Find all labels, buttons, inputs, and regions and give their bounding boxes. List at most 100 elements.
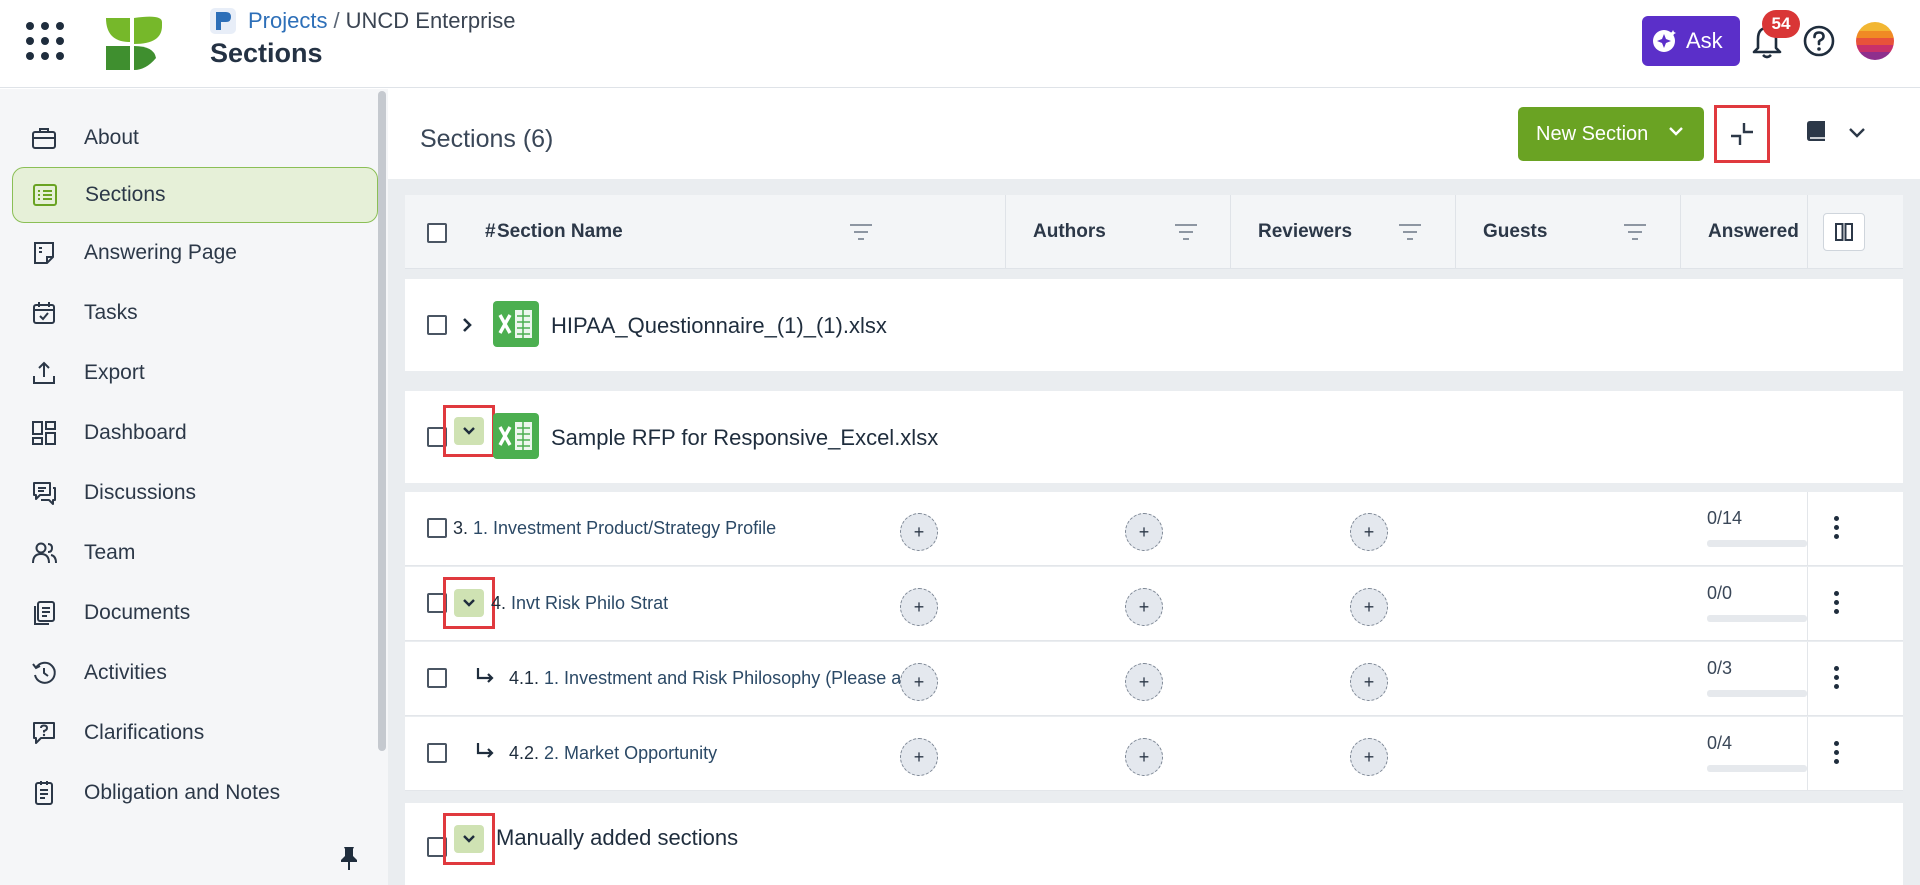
select-all-checkbox[interactable] [427, 223, 447, 243]
section-link[interactable]: 1. Investment and Risk Philosophy (Pleas… [544, 668, 921, 688]
add-reviewer-button[interactable]: + [1125, 663, 1163, 701]
sidebar-item-label: Activities [84, 661, 167, 684]
section-link[interactable]: 1. Investment Product/Strategy Profile [473, 518, 776, 538]
user-avatar[interactable] [1856, 22, 1894, 60]
section-number: 4.1. [509, 668, 540, 688]
section-group-hipaa[interactable]: HIPAA_Questionnaire_(1)_(1).xlsx [405, 279, 1903, 371]
documents-icon [30, 599, 58, 627]
row-more-menu-icon[interactable] [1831, 741, 1841, 767]
group-name[interactable]: Manually added sections [496, 825, 738, 851]
column-reviewers[interactable]: Reviewers [1258, 195, 1352, 269]
section-title[interactable]: 3. 1. Investment Product/Strategy Profil… [453, 518, 776, 539]
sections-table: # Section Name Authors Reviewers Guests … [405, 195, 1903, 885]
sidebar-scrollbar[interactable] [378, 91, 386, 751]
sidebar-item-export[interactable]: Export [12, 345, 378, 401]
page-icon [30, 239, 58, 267]
book-icon[interactable] [1804, 119, 1828, 145]
column-section-name[interactable]: Section Name [497, 195, 623, 269]
row-more-menu-icon[interactable] [1831, 516, 1841, 542]
group-name[interactable]: Sample RFP for Responsive_Excel.xlsx [551, 425, 938, 451]
filter-icon[interactable] [1398, 223, 1422, 241]
new-section-button[interactable]: New Section [1518, 107, 1704, 161]
help-icon[interactable] [1802, 24, 1836, 58]
sidebar-item-answering-page[interactable]: Answering Page [12, 225, 378, 281]
excel-file-icon [493, 413, 539, 459]
sidebar-item-clarifications[interactable]: Clarifications [12, 705, 378, 761]
answered-progress-bar [1707, 540, 1807, 547]
sidebar-item-tasks[interactable]: Tasks [12, 285, 378, 341]
column-guests[interactable]: Guests [1483, 195, 1547, 269]
ai-sparkle-icon [1653, 30, 1676, 52]
add-guest-button[interactable]: + [1350, 588, 1388, 626]
filter-icon[interactable] [1623, 223, 1647, 241]
filter-icon[interactable] [849, 223, 873, 241]
dashboard-icon [30, 419, 58, 447]
column-settings-button[interactable] [1823, 213, 1865, 251]
sidebar-item-label: Export [84, 361, 145, 384]
add-reviewer-button[interactable]: + [1125, 738, 1163, 776]
sidebar-item-activities[interactable]: Activities [12, 645, 378, 701]
answered-count: 0/0 [1707, 583, 1733, 603]
table-row[interactable]: 4.2. 2. Market Opportunity + + + 0/4 [405, 717, 1903, 791]
sidebar-item-label: Answering Page [84, 241, 237, 264]
breadcrumb: Projects / UNCD Enterprise [210, 8, 516, 34]
add-author-button[interactable]: + [900, 663, 938, 701]
sidebar-item-label: Sections [85, 183, 166, 206]
answered-progress-bar [1707, 765, 1807, 772]
table-row[interactable]: 3. 1. Investment Product/Strategy Profil… [405, 492, 1903, 566]
ask-button[interactable]: Ask [1642, 16, 1740, 66]
group-name[interactable]: HIPAA_Questionnaire_(1)_(1).xlsx [551, 313, 887, 339]
sidebar-item-discussions[interactable]: Discussions [12, 465, 378, 521]
add-author-button[interactable]: + [900, 513, 938, 551]
collapse-icon [1731, 123, 1753, 145]
sidebar-item-dashboard[interactable]: Dashboard [12, 405, 378, 461]
add-guest-button[interactable]: + [1350, 513, 1388, 551]
section-title[interactable]: 4.2. 2. Market Opportunity [509, 743, 717, 764]
table-row[interactable]: 4.1. 1. Investment and Risk Philosophy (… [405, 642, 1903, 716]
add-reviewer-button[interactable]: + [1125, 513, 1163, 551]
chevron-down-icon [463, 835, 475, 843]
sidebar-item-team[interactable]: Team [12, 525, 378, 581]
section-title[interactable]: 4. Invt Risk Philo Strat [491, 593, 668, 614]
sidebar-item-sections[interactable]: Sections [12, 167, 378, 223]
chevron-right-icon[interactable] [457, 315, 477, 335]
upload-icon [30, 359, 58, 387]
row-more-menu-icon[interactable] [1831, 666, 1841, 692]
section-group-sample-rfp[interactable]: Sample RFP for Responsive_Excel.xlsx [405, 391, 1903, 483]
collapse-group-toggle[interactable] [454, 825, 484, 853]
row-checkbox[interactable] [427, 315, 447, 335]
app-launcher-icon[interactable] [24, 20, 66, 62]
add-guest-button[interactable]: + [1350, 738, 1388, 776]
table-row[interactable]: 4. Invt Risk Philo Strat + + + 0/0 [405, 567, 1903, 641]
breadcrumb-current[interactable]: UNCD Enterprise [346, 8, 516, 34]
add-author-button[interactable]: + [900, 588, 938, 626]
sidebar-item-obligation-and-notes[interactable]: Obligation and Notes [12, 765, 378, 821]
sidebar-item-documents[interactable]: Documents [12, 585, 378, 641]
section-link[interactable]: Invt Risk Philo Strat [511, 593, 668, 613]
add-reviewer-button[interactable]: + [1125, 588, 1163, 626]
row-more-menu-icon[interactable] [1831, 591, 1841, 617]
column-authors[interactable]: Authors [1033, 195, 1106, 269]
collapse-all-button[interactable] [1714, 105, 1770, 163]
section-link[interactable]: 2. Market Opportunity [544, 743, 717, 763]
collapse-row-toggle[interactable] [454, 589, 484, 617]
row-checkbox[interactable] [427, 518, 447, 538]
column-answered[interactable]: Answered [1708, 195, 1799, 269]
add-guest-button[interactable]: + [1350, 663, 1388, 701]
main-header: Sections (6) New Section [388, 89, 1920, 179]
sidebar-item-about[interactable]: About [12, 110, 378, 166]
column-hash: # [485, 221, 496, 242]
collapse-group-toggle[interactable] [454, 417, 484, 445]
chevron-down-icon[interactable] [1846, 125, 1868, 141]
breadcrumb-projects-link[interactable]: Projects [248, 8, 327, 34]
section-title[interactable]: 4.1. 1. Investment and Risk Philosophy (… [509, 668, 921, 689]
sidebar-item-label: Dashboard [84, 421, 187, 444]
pin-icon[interactable] [338, 845, 360, 871]
row-checkbox[interactable] [427, 743, 447, 763]
columns-icon [1835, 223, 1853, 241]
row-checkbox[interactable] [427, 668, 447, 688]
add-author-button[interactable]: + [900, 738, 938, 776]
filter-icon[interactable] [1174, 223, 1198, 241]
section-group-manual[interactable]: Manually added sections [405, 803, 1903, 885]
answered-progress-bar [1707, 615, 1807, 622]
